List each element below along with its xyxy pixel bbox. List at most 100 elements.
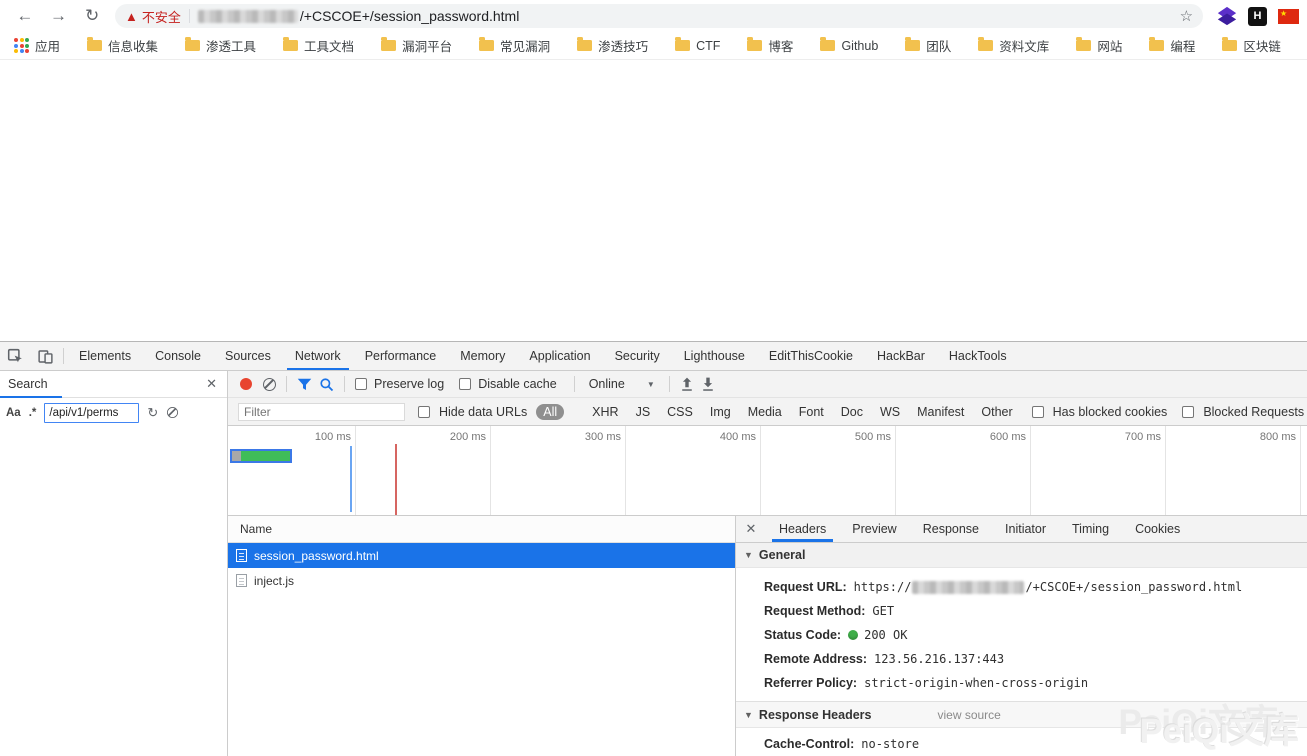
filter-type-font[interactable]: Font [795,404,828,420]
bookmark-label: 渗透工具 [206,36,256,55]
folder-icon [381,40,396,51]
bookmark-label: 网站 [1097,36,1122,55]
bookmark-folder[interactable]: 资料文库 [978,36,1049,55]
requests-name-header[interactable]: Name [228,516,735,543]
proxy-flag-extension-icon[interactable]: ★ [1278,9,1299,24]
search-refresh-button[interactable]: ↻ [147,405,158,421]
filter-type-ws[interactable]: WS [876,404,904,420]
bookmark-folder[interactable]: 工具文档 [283,36,354,55]
filter-input[interactable] [238,403,405,421]
bookmark-folder[interactable]: Github [820,39,878,53]
tab-initiator[interactable]: Initiator [992,516,1059,542]
bookmark-folder[interactable]: 网站 [1076,36,1122,55]
tab-hackbar[interactable]: HackBar [865,342,937,370]
filter-type-js[interactable]: JS [632,404,655,420]
folder-icon [577,40,592,51]
bookmark-folder[interactable]: 博客 [747,36,793,55]
request-row-inject-js[interactable]: inject.js [228,568,735,593]
filter-type-other[interactable]: Other [977,404,1016,420]
general-section-header[interactable]: ▼ General [736,543,1307,569]
hacktools-extension-icon[interactable] [1217,6,1237,26]
filter-type-css[interactable]: CSS [663,404,697,420]
match-case-toggle[interactable]: Aa [6,407,21,419]
bookmark-folder[interactable]: 漏洞平台 [381,36,452,55]
cache-control-row: Cache-Control: no-store [764,732,1307,756]
response-headers-section-header[interactable]: ▼ Response Headers view source [736,702,1307,728]
tab-timing[interactable]: Timing [1059,516,1122,542]
not-secure-warning-icon: ▲ [125,10,138,23]
throttling-dropdown[interactable]: Online ▼ [585,377,659,391]
search-clear-button[interactable] [167,407,178,418]
tab-headers[interactable]: Headers [766,516,839,542]
filter-type-media[interactable]: Media [744,404,786,420]
filter-type-all[interactable]: All [536,404,564,420]
details-close-button[interactable]: ✕ [736,516,766,542]
disable-cache-checkbox[interactable] [459,378,471,390]
filter-type-manifest[interactable]: Manifest [913,404,968,420]
tab-hacktools[interactable]: HackTools [937,342,1019,370]
bookmark-folder[interactable]: 信息收集 [87,36,158,55]
network-overview-timeline[interactable]: 100 ms 200 ms 300 ms 400 ms 500 ms 600 m… [228,426,1307,516]
bookmark-folder[interactable]: 区块链 [1222,36,1281,55]
tab-lighthouse[interactable]: Lighthouse [672,342,757,370]
tab-network[interactable]: Network [283,342,353,370]
details-tab-bar: ✕ Headers Preview Response Initiator Tim… [736,516,1307,543]
export-har-button[interactable] [701,377,715,392]
url-path[interactable]: /+CSCOE+/session_password.html [300,8,519,24]
tab-response[interactable]: Response [910,516,992,542]
tab-elements[interactable]: Elements [67,342,143,370]
tab-console[interactable]: Console [143,342,213,370]
search-input[interactable] [44,403,139,423]
filter-type-xhr[interactable]: XHR [588,404,622,420]
bookmark-folder[interactable]: 编程 [1149,36,1195,55]
tab-application[interactable]: Application [517,342,602,370]
timeline-gridline [625,426,626,515]
regex-toggle[interactable]: .* [29,407,37,419]
tab-editthiscookie[interactable]: EditThisCookie [757,342,865,370]
hackbar-extension-icon[interactable]: H [1248,7,1267,26]
bookmark-folder[interactable]: 团队 [905,36,951,55]
reload-button[interactable]: ↻ [79,2,105,30]
remote-address-value: 123.56.216.137:443 [874,652,1004,666]
tab-performance[interactable]: Performance [353,342,449,370]
blocked-requests-label: Blocked Requests [1203,405,1304,419]
apps-shortcut[interactable]: 应用 [14,36,60,55]
blocked-requests-checkbox[interactable] [1182,406,1194,418]
tab-security[interactable]: Security [603,342,672,370]
not-secure-label[interactable]: 不安全 [142,7,181,26]
back-button[interactable]: ← [12,2,38,30]
tab-memory[interactable]: Memory [448,342,517,370]
filter-toggle-button[interactable] [297,377,312,391]
bookmark-folder[interactable]: 渗透技巧 [577,36,648,55]
inspect-element-button[interactable] [0,342,30,370]
clear-requests-button[interactable] [263,378,276,391]
request-url-row: Request URL: https:// /+CSCOE+/session_p… [764,575,1307,599]
search-toggle-button[interactable] [319,377,334,392]
triangle-down-icon: ▼ [744,710,753,720]
bookmark-folder[interactable]: 渗透工具 [185,36,256,55]
address-bar[interactable]: ▲ 不安全 /+CSCOE+/session_password.html ☆ [115,4,1203,28]
view-source-link[interactable]: view source [937,708,1000,722]
request-row-session-password[interactable]: session_password.html [228,543,735,568]
filter-type-doc[interactable]: Doc [837,404,867,420]
bookmark-folder[interactable]: 常见漏洞 [479,36,550,55]
filter-type-img[interactable]: Img [706,404,735,420]
tab-preview[interactable]: Preview [839,516,909,542]
device-toolbar-button[interactable] [30,342,60,370]
remote-address-key: Remote Address: [764,652,867,666]
hide-data-urls-checkbox[interactable] [418,406,430,418]
forward-button[interactable]: → [46,2,72,30]
has-blocked-cookies-checkbox[interactable] [1032,406,1044,418]
request-method-key: Request Method: [764,604,865,618]
bookmark-label: 信息收集 [108,36,158,55]
tab-sources[interactable]: Sources [213,342,283,370]
tab-cookies[interactable]: Cookies [1122,516,1193,542]
bookmark-folder[interactable]: CTF [675,39,720,53]
search-close-button[interactable]: ✕ [206,376,217,392]
bookmark-star-icon[interactable]: ☆ [1180,7,1193,25]
cache-control-value: no-store [861,737,919,751]
waterfall-selected-bar[interactable] [230,449,292,463]
preserve-log-checkbox[interactable] [355,378,367,390]
record-button[interactable] [240,378,252,390]
import-har-button[interactable] [680,377,694,392]
